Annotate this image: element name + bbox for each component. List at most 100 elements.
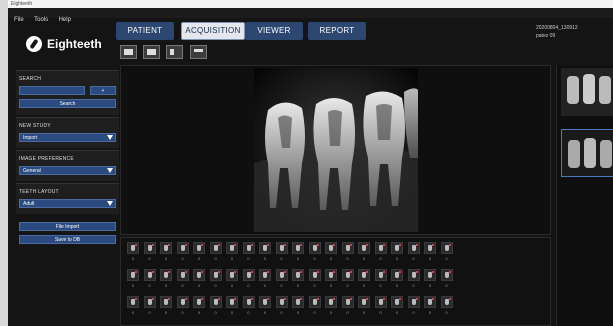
tooth-slot[interactable]: [325, 242, 337, 254]
tooth-slot[interactable]: [242, 269, 255, 281]
tooth-slot[interactable]: [374, 296, 387, 308]
save-to-db-button[interactable]: Save to DB: [19, 235, 116, 244]
tooth-slot[interactable]: [209, 242, 222, 254]
tab-viewer[interactable]: VIEWER: [245, 22, 303, 40]
dental-xray-image[interactable]: [254, 68, 418, 232]
tooth-slot[interactable]: [259, 269, 271, 281]
tooth-slot[interactable]: [424, 296, 436, 308]
tooth-slot[interactable]: [193, 242, 205, 254]
tooth-slot[interactable]: [160, 242, 172, 254]
patient-id: patez 09: [536, 33, 556, 39]
tooth-slot[interactable]: [325, 269, 337, 281]
import-icon: [147, 49, 156, 55]
import-button[interactable]: [143, 45, 160, 59]
tooth-slot[interactable]: [440, 242, 453, 254]
tab-acquisition[interactable]: ACQUISITION: [181, 22, 245, 40]
tooth-slot[interactable]: [226, 269, 238, 281]
tooth-slot-count: 0: [214, 310, 217, 315]
slot-marker-icon: [135, 298, 137, 300]
tooth-slot-count: 0: [230, 310, 234, 315]
tooth-slot[interactable]: [209, 269, 222, 281]
slot-marker-icon: [267, 244, 269, 246]
slot-marker-icon: [366, 298, 368, 300]
file-import-button[interactable]: File Import: [19, 222, 116, 231]
split-view-button[interactable]: [166, 45, 183, 59]
tooth-slot[interactable]: [226, 242, 238, 254]
tooth-slot[interactable]: [242, 242, 255, 254]
tooth-slot[interactable]: [407, 269, 420, 281]
search-input[interactable]: [19, 86, 85, 95]
tooth-slot[interactable]: [275, 242, 288, 254]
menu-tools[interactable]: Tools: [34, 17, 48, 23]
teeth-layout-select[interactable]: Adult: [19, 199, 116, 208]
slot-marker-icon: [135, 244, 137, 246]
image-preference-select[interactable]: General: [19, 166, 116, 175]
tooth-slot[interactable]: [308, 269, 321, 281]
add-search-button[interactable]: +: [90, 86, 116, 95]
tooth-slot[interactable]: [292, 296, 304, 308]
menu-file[interactable]: File: [14, 17, 24, 23]
tooth-slot[interactable]: [143, 242, 156, 254]
tooth-slot-count: 0: [329, 256, 333, 261]
tooth-slot[interactable]: [407, 296, 420, 308]
tab-patient[interactable]: PATIENT: [116, 22, 174, 40]
tooth-slot[interactable]: [358, 242, 370, 254]
tooth-slot[interactable]: [242, 296, 255, 308]
slot-marker-icon: [432, 298, 434, 300]
tooth-slot[interactable]: [143, 269, 156, 281]
tooth-slot[interactable]: [209, 296, 222, 308]
tooth-slot[interactable]: [226, 296, 238, 308]
tooth-slot[interactable]: [176, 296, 189, 308]
slot-marker-icon: [217, 298, 220, 300]
capture-button[interactable]: [120, 45, 137, 59]
tooth-slot[interactable]: [341, 296, 354, 308]
tooth-slot[interactable]: [259, 242, 271, 254]
tooth-slot[interactable]: [391, 269, 403, 281]
menu-help[interactable]: Help: [59, 17, 71, 23]
tab-report[interactable]: REPORT: [308, 22, 366, 40]
tooth-slot[interactable]: [127, 269, 139, 281]
tooth-slot[interactable]: [325, 296, 337, 308]
layout-button[interactable]: [190, 45, 207, 59]
slot-marker-icon: [151, 244, 154, 246]
brand-logo: Eighteeth: [26, 36, 102, 52]
tooth-slot[interactable]: [341, 269, 354, 281]
search-button[interactable]: Search: [19, 99, 116, 108]
tooth-slot[interactable]: [127, 242, 139, 254]
tooth-slot[interactable]: [143, 296, 156, 308]
thumbnail-1[interactable]: [561, 68, 613, 116]
tooth-slot[interactable]: [176, 269, 189, 281]
tooth-slot[interactable]: [424, 242, 436, 254]
tooth-slot[interactable]: [440, 296, 453, 308]
tooth-slot[interactable]: [374, 269, 387, 281]
tooth-slot[interactable]: [358, 296, 370, 308]
tooth-slot[interactable]: [292, 242, 304, 254]
tooth-slot[interactable]: [193, 269, 205, 281]
tooth-slot[interactable]: [275, 269, 288, 281]
tooth-slot[interactable]: [391, 242, 403, 254]
tooth-slot[interactable]: [259, 296, 271, 308]
tooth-slot[interactable]: [275, 296, 288, 308]
tooth-slot[interactable]: [160, 296, 172, 308]
tooth-slot[interactable]: [440, 269, 453, 281]
tooth-slot-count: 0: [131, 283, 135, 288]
tooth-slot[interactable]: [292, 269, 304, 281]
tooth-slot[interactable]: [341, 242, 354, 254]
tooth-slot[interactable]: [127, 296, 139, 308]
tooth-slot[interactable]: [308, 296, 321, 308]
new-study-select[interactable]: Import: [19, 133, 116, 142]
tooth-slot[interactable]: [424, 269, 436, 281]
tooth-slot[interactable]: [358, 269, 370, 281]
thumbnail-2[interactable]: [561, 129, 613, 177]
tooth-slot[interactable]: [374, 242, 387, 254]
slot-marker-icon: [250, 244, 253, 246]
tooth-slot[interactable]: [176, 242, 189, 254]
slot-marker-icon: [217, 244, 220, 246]
slot-marker-icon: [234, 244, 236, 246]
xray-teeth-graphic: [254, 68, 418, 232]
tooth-slot[interactable]: [391, 296, 403, 308]
tooth-slot[interactable]: [193, 296, 205, 308]
tooth-slot[interactable]: [160, 269, 172, 281]
tooth-slot[interactable]: [407, 242, 420, 254]
tooth-slot[interactable]: [308, 242, 321, 254]
